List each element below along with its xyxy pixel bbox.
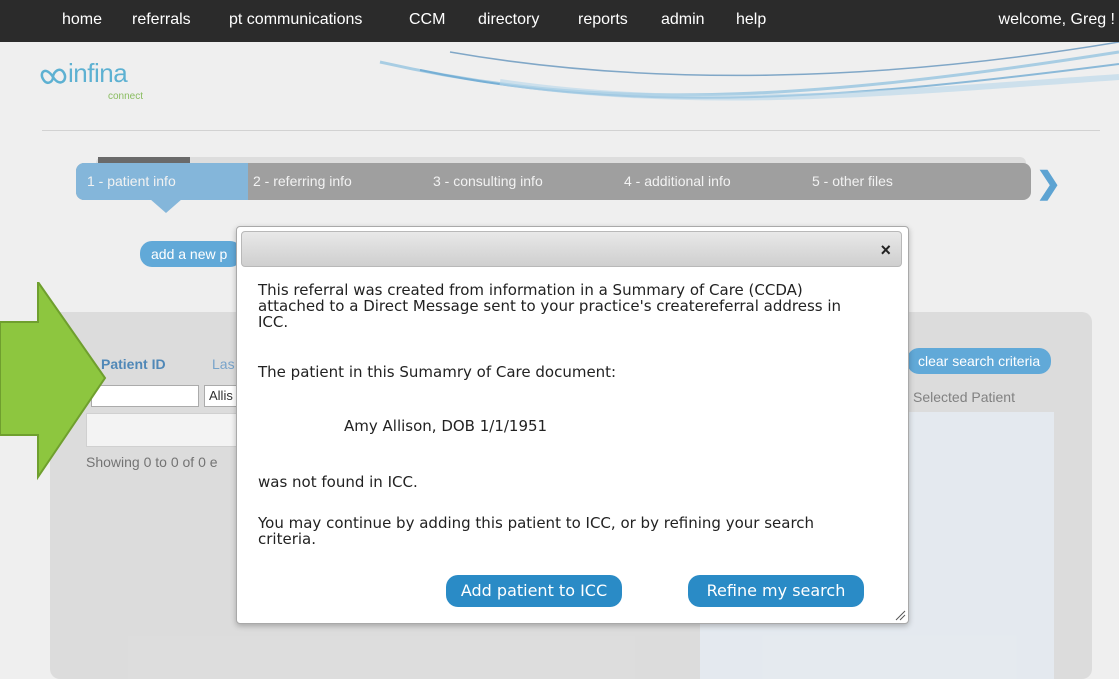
nav-ccm[interactable]: CCM (409, 11, 445, 29)
nav-help[interactable]: help (736, 11, 766, 29)
nav-referrals[interactable]: referrals (132, 11, 191, 29)
green-arrow-callout-icon (0, 282, 107, 481)
add-patient-to-icc-button[interactable]: Add patient to ICC (446, 575, 622, 607)
nav-directory[interactable]: directory (478, 11, 539, 29)
dialog-title-bar[interactable]: × (241, 231, 902, 267)
dialog-message-not-found: was not found in ICC. (258, 473, 418, 491)
nav-reports[interactable]: reports (578, 11, 628, 29)
close-icon[interactable]: × (880, 240, 891, 261)
welcome-text: welcome, Greg ! (998, 11, 1115, 28)
dialog-message-patient-intro: The patient in this Sumamry of Care docu… (258, 363, 617, 381)
nav-pt-communications[interactable]: pt communications (229, 11, 362, 29)
top-nav: home referrals pt communications CCM dir… (0, 0, 1119, 42)
nav-admin[interactable]: admin (661, 11, 705, 29)
refine-my-search-button[interactable]: Refine my search (688, 575, 864, 607)
dialog-message-intro: This referral was created from informati… (258, 281, 842, 331)
resize-grip-icon[interactable] (894, 609, 906, 621)
ccda-patient-not-found-dialog: × This referral was created from informa… (236, 226, 909, 624)
dialog-patient-line: Amy Allison, DOB 1/1/1951 (344, 417, 548, 435)
dialog-message-options: You may continue by adding this patient … (258, 514, 815, 548)
nav-home[interactable]: home (62, 11, 102, 29)
